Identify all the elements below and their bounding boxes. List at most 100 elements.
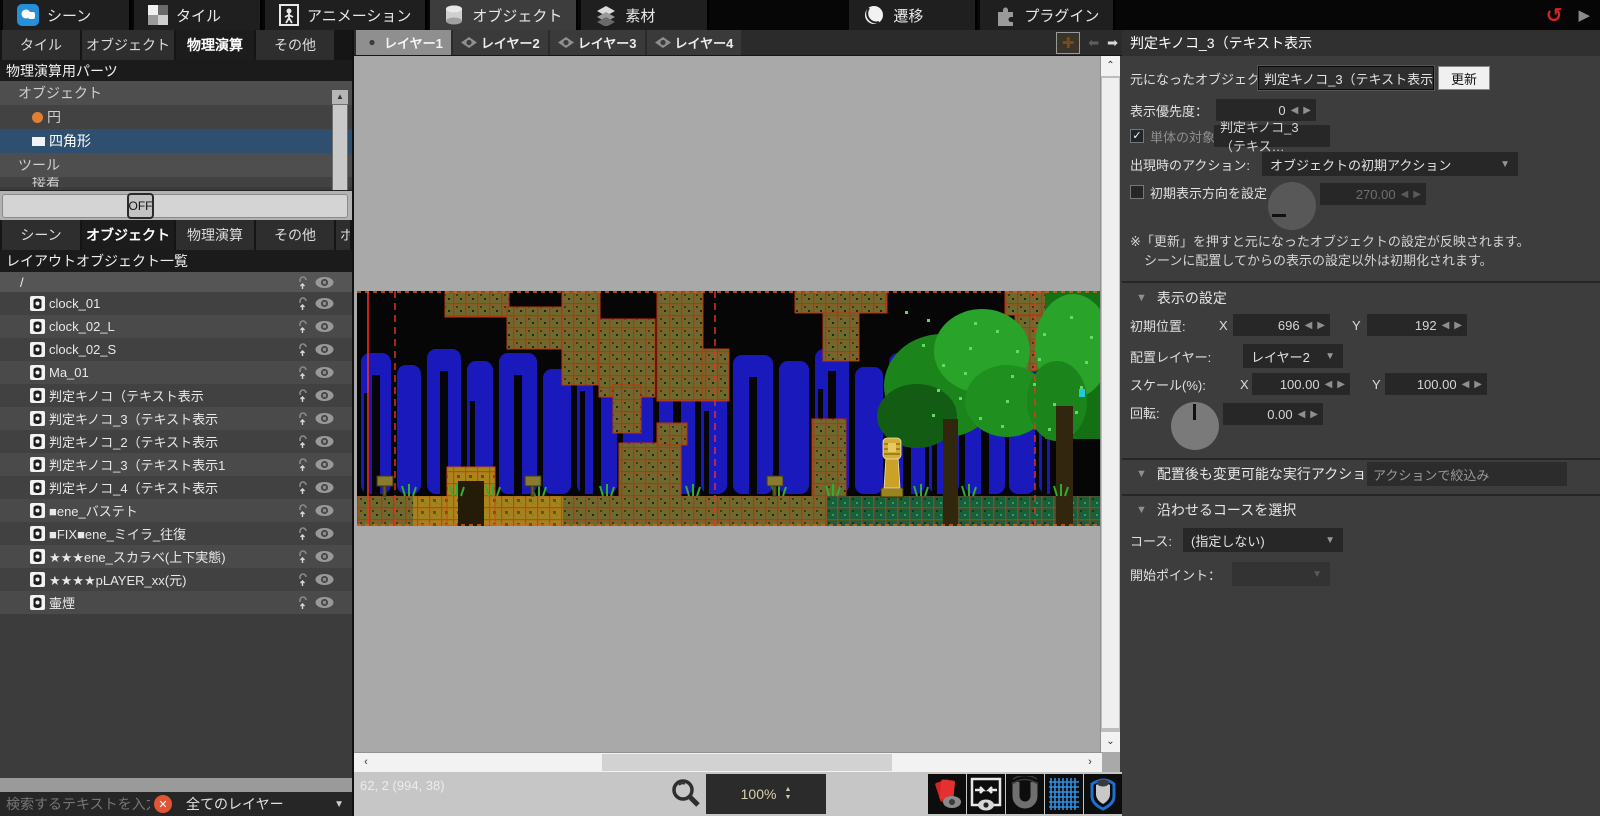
scrollbar-thumb[interactable]: [602, 754, 892, 771]
unlock-icon[interactable]: [296, 572, 309, 587]
scrollbar-thumb[interactable]: [1102, 78, 1119, 728]
grid-display-toggle[interactable]: [1045, 774, 1083, 814]
layer-tab[interactable]: レイヤー4: [647, 30, 742, 55]
tab-object2[interactable]: オブジェクト: [82, 220, 174, 250]
visibility-eye-icon[interactable]: [315, 276, 334, 289]
layer-scroll-right-icon[interactable]: ➡: [1107, 35, 1118, 51]
scroll-down-icon[interactable]: ⌄: [1101, 732, 1120, 752]
canvas-horizontal-scrollbar[interactable]: ‹ ›: [354, 752, 1102, 772]
spin-left-icon[interactable]: ◀: [1305, 320, 1313, 331]
list-horizontal-scrollbar[interactable]: [0, 778, 352, 792]
zoom-decrease-icon[interactable]: ▼: [784, 795, 791, 801]
tab-scene[interactable]: シーン: [2, 220, 80, 250]
spin-left-icon[interactable]: ◀: [1325, 379, 1333, 390]
visibility-eye-icon[interactable]: [315, 527, 334, 540]
layer-tab[interactable]: レイヤー2: [453, 30, 548, 55]
visibility-eye-icon[interactable]: [315, 550, 334, 563]
snap-display-toggle[interactable]: [967, 774, 1005, 814]
scale-y-spinbox[interactable]: 100.00 ◀▶: [1385, 373, 1487, 395]
scroll-right-icon[interactable]: ›: [1080, 753, 1100, 772]
undo-icon[interactable]: ↺: [1546, 3, 1563, 28]
toggle-track[interactable]: [2, 194, 348, 218]
layer-scroll-left-icon[interactable]: ⬅: [1088, 35, 1099, 51]
scene-preview[interactable]: [357, 291, 1102, 526]
tab-other2[interactable]: その他: [256, 220, 334, 250]
layout-object-row[interactable]: 判定キノコ_3（テキスト表示: [0, 407, 352, 430]
tab-physics2[interactable]: 物理演算: [176, 220, 254, 250]
layout-object-row[interactable]: ■ene_バステト: [0, 499, 352, 522]
visibility-eye-icon[interactable]: [315, 504, 334, 517]
unlock-icon[interactable]: [296, 342, 309, 357]
unlock-icon[interactable]: [296, 365, 309, 380]
clear-search-icon[interactable]: ✕: [154, 795, 172, 813]
zoom-level-control[interactable]: 100% ▲▼: [706, 774, 826, 814]
menu-tab-object[interactable]: オブジェクト: [430, 0, 578, 30]
visibility-eye-icon[interactable]: [315, 435, 334, 448]
search-input[interactable]: [0, 796, 150, 812]
physics-group-object[interactable]: オブジェクト: [0, 81, 352, 105]
rotation-spinbox[interactable]: 0.00 ◀▶: [1223, 403, 1323, 425]
tab-physics[interactable]: 物理演算: [176, 30, 254, 60]
spin-right-icon[interactable]: ▶: [1454, 320, 1462, 331]
layer-tab[interactable]: レイヤー3: [550, 30, 645, 55]
parts-display-toggle[interactable]: [928, 774, 966, 814]
layout-object-row[interactable]: clock_02_S: [0, 338, 352, 361]
layout-object-row[interactable]: 壷煙: [0, 591, 352, 614]
visibility-eye-icon[interactable]: [315, 412, 334, 425]
spin-left-icon[interactable]: ◀: [1442, 320, 1450, 331]
position-y-spinbox[interactable]: 192 ◀▶: [1367, 314, 1467, 336]
unlock-icon[interactable]: [296, 457, 309, 472]
tab-other[interactable]: その他: [256, 30, 334, 60]
menu-tab-tile[interactable]: タイル: [134, 0, 262, 30]
section-collapse-icon[interactable]: ▼: [1136, 504, 1147, 516]
physics-item-glue[interactable]: 接着: [0, 177, 352, 187]
physics-list-scrollbar[interactable]: ▲ ▼: [332, 90, 348, 190]
unlock-icon[interactable]: [296, 503, 309, 518]
unlock-icon[interactable]: [296, 526, 309, 541]
single-target-field[interactable]: 判定キノコ_3（テキス…: [1214, 125, 1330, 147]
unlock-icon[interactable]: [296, 388, 309, 403]
layout-object-row[interactable]: 判定キノコ_3（テキスト表示1: [0, 453, 352, 476]
scroll-up-icon[interactable]: ▲: [332, 90, 348, 104]
layout-object-row[interactable]: ★★★ene_スカラベ(上下実態): [0, 545, 352, 568]
physics-item-rectangle[interactable]: 四角形: [0, 129, 352, 153]
menu-tab-animation[interactable]: アニメーション: [265, 0, 427, 30]
layer-filter-dropdown[interactable]: 全てのレイヤー: [186, 794, 334, 814]
visibility-eye-icon[interactable]: [315, 481, 334, 494]
unlock-icon[interactable]: [296, 411, 309, 426]
magnet-snap-toggle[interactable]: [1006, 774, 1044, 814]
layer-tab[interactable]: レイヤー1: [356, 30, 451, 55]
layout-object-row[interactable]: Ma_01: [0, 361, 352, 384]
layout-object-row[interactable]: 判定キノコ（テキスト表示: [0, 384, 352, 407]
menu-tab-plugin[interactable]: プラグイン: [980, 0, 1115, 30]
spin-right-icon[interactable]: ▶: [1303, 105, 1311, 116]
section-collapse-icon[interactable]: ▼: [1136, 468, 1147, 480]
unlock-icon[interactable]: [296, 319, 309, 334]
position-x-spinbox[interactable]: 696 ◀▶: [1233, 314, 1330, 336]
scene-viewport[interactable]: [354, 56, 1102, 752]
tab-object[interactable]: オブジェクト: [82, 30, 174, 60]
action-filter-input[interactable]: アクションで絞込み: [1367, 462, 1567, 486]
unlock-icon[interactable]: [296, 480, 309, 495]
scale-x-spinbox[interactable]: 100.00 ◀▶: [1252, 373, 1350, 395]
display-settings-section[interactable]: ▼ 表示の設定: [1122, 288, 1227, 308]
visibility-eye-icon[interactable]: [315, 297, 334, 310]
visibility-eye-icon[interactable]: [315, 366, 334, 379]
visibility-eye-icon[interactable]: [315, 573, 334, 586]
unlock-icon[interactable]: [296, 296, 309, 311]
menu-tab-material[interactable]: 素材: [581, 0, 709, 30]
scrollbar-thumb[interactable]: [333, 105, 347, 190]
spin-right-icon[interactable]: ▶: [1337, 379, 1345, 390]
zoom-increase-icon[interactable]: ▲: [784, 787, 791, 793]
unlock-icon[interactable]: [296, 549, 309, 564]
tab-tile[interactable]: タイル: [2, 30, 80, 60]
layout-object-row[interactable]: 判定キノコ_4（テキスト表示: [0, 476, 352, 499]
spin-right-icon[interactable]: ▶: [1317, 320, 1325, 331]
layout-object-row[interactable]: ■FIX■ene_ミイラ_往復: [0, 522, 352, 545]
single-target-checkbox[interactable]: ✓: [1130, 129, 1144, 143]
forward-arrow-icon[interactable]: ▶: [1578, 6, 1590, 24]
layout-object-row[interactable]: ★★★★pLAYER_xx(元): [0, 568, 352, 591]
spin-left-icon[interactable]: ◀: [1298, 409, 1306, 420]
add-layer-button[interactable]: ✚: [1056, 32, 1080, 54]
physics-item-circle[interactable]: 円: [0, 105, 352, 129]
